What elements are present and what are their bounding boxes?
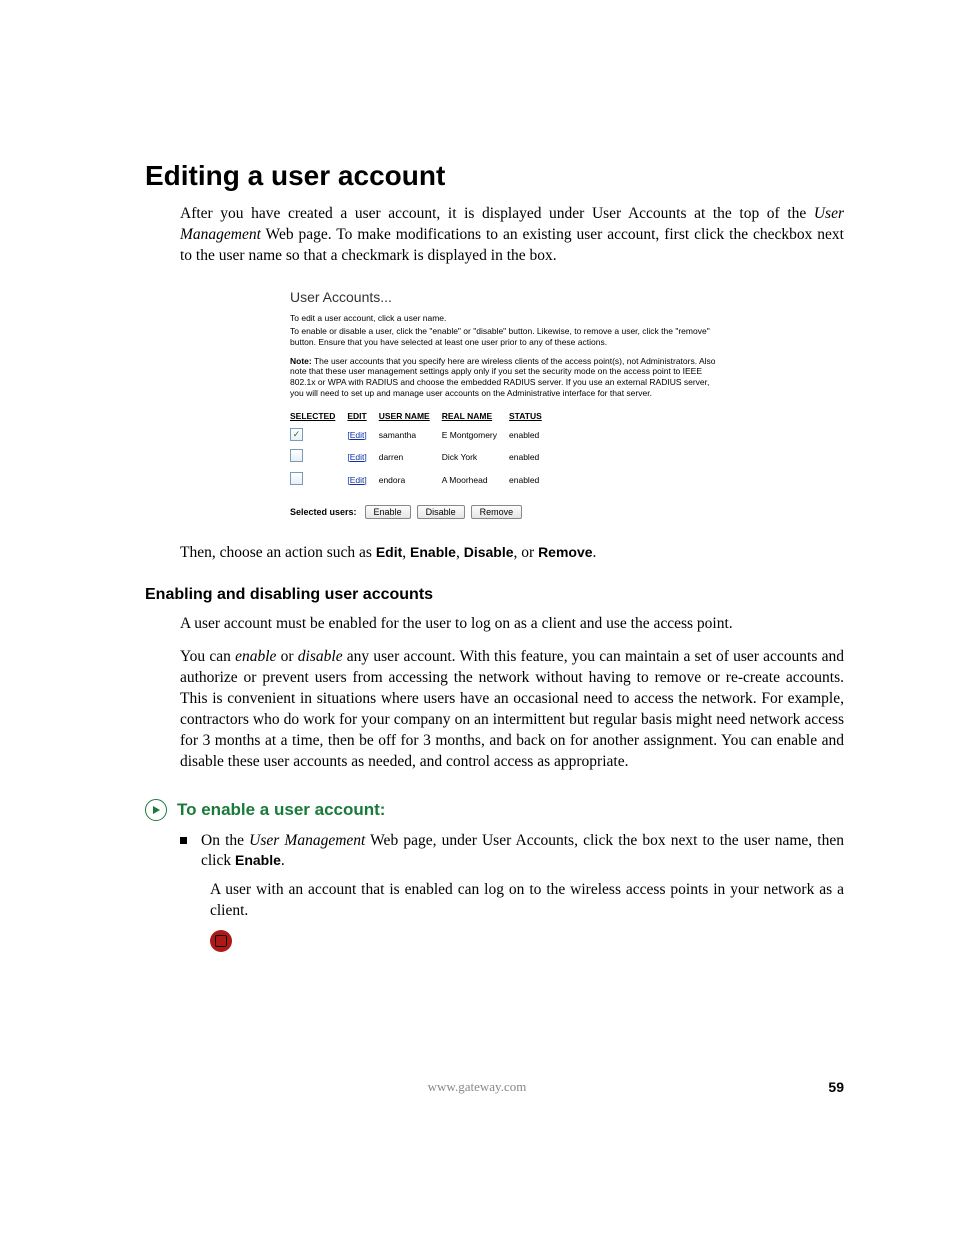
page-number: 59 xyxy=(828,1079,844,1095)
row-checkbox[interactable] xyxy=(290,472,303,485)
text: On the xyxy=(201,832,249,849)
cell-status: enabled xyxy=(509,424,554,445)
cell-status: enabled xyxy=(509,445,554,468)
edit-link[interactable]: [Edit] xyxy=(347,430,366,440)
bullet-sub-paragraph: A user with an account that is enabled c… xyxy=(210,880,844,922)
text-italic: disable xyxy=(298,648,343,665)
action-disable: Disable xyxy=(464,544,514,560)
users-table: SELECTED EDIT USER NAME REAL NAME STATUS… xyxy=(290,408,554,491)
note-label: Note: xyxy=(290,356,312,366)
cell-realname: A Moorhead xyxy=(442,468,509,491)
row-checkbox[interactable] xyxy=(290,449,303,462)
text: After you have created a user account, i… xyxy=(180,205,814,222)
text: Web page. To make modifications to an ex… xyxy=(180,226,844,264)
action-remove: Remove xyxy=(538,544,592,560)
enable-paragraph-2: You can enable or disable any user accou… xyxy=(180,647,844,773)
text: Then, choose an action such as xyxy=(180,544,376,561)
square-bullet-icon xyxy=(180,837,187,844)
intro-paragraph: After you have created a user account, i… xyxy=(180,204,844,267)
figure-title: User Accounts... xyxy=(290,289,720,305)
figure-instruction-1: To edit a user account, click a user nam… xyxy=(290,313,720,324)
procedure-title: To enable a user account: xyxy=(177,800,385,820)
col-username: USER NAME xyxy=(379,408,442,424)
footer-url: www.gateway.com xyxy=(0,1079,954,1095)
col-selected: SELECTED xyxy=(290,408,347,424)
action-enable: Enable xyxy=(410,544,456,560)
after-figure-paragraph: Then, choose an action such as Edit, Ena… xyxy=(180,543,844,564)
cell-realname: Dick York xyxy=(442,445,509,468)
edit-link[interactable]: [Edit] xyxy=(347,452,366,462)
selected-users-label: Selected users: xyxy=(290,507,357,517)
cell-username: darren xyxy=(379,445,442,468)
table-row: [Edit] darren Dick York enabled xyxy=(290,445,554,468)
page-heading: Editing a user account xyxy=(145,160,844,192)
bullet-item: On the User Management Web page, under U… xyxy=(180,831,844,873)
figure-note: Note: The user accounts that you specify… xyxy=(290,356,720,399)
text: or xyxy=(276,648,297,665)
procedure-heading-row: To enable a user account: xyxy=(145,799,844,821)
disable-button[interactable]: Disable xyxy=(417,505,465,519)
text: , xyxy=(456,544,464,561)
row-checkbox[interactable]: ✓ xyxy=(290,428,303,441)
col-realname: REAL NAME xyxy=(442,408,509,424)
figure-instruction-2: To enable or disable a user, click the "… xyxy=(290,326,720,347)
enable-paragraph-1: A user account must be enabled for the u… xyxy=(180,614,844,635)
action-edit: Edit xyxy=(376,544,402,560)
cell-realname: E Montgomery xyxy=(442,424,509,445)
stop-icon xyxy=(210,930,232,952)
text: You can xyxy=(180,648,235,665)
edit-link[interactable]: [Edit] xyxy=(347,475,366,485)
table-row: [Edit] endora A Moorhead enabled xyxy=(290,468,554,491)
subheading-enable-disable: Enabling and disabling user accounts xyxy=(145,586,844,604)
cell-username: samantha xyxy=(379,424,442,445)
text: . xyxy=(593,544,597,561)
col-edit: EDIT xyxy=(347,408,378,424)
text: . xyxy=(281,852,285,869)
bullet-text: On the User Management Web page, under U… xyxy=(201,831,844,873)
enable-button[interactable]: Enable xyxy=(365,505,411,519)
text: any user account. With this feature, you… xyxy=(180,648,844,770)
text: , or xyxy=(514,544,539,561)
text-italic: enable xyxy=(235,648,276,665)
stop-icon-inner xyxy=(215,935,227,947)
cell-status: enabled xyxy=(509,468,554,491)
cell-username: endora xyxy=(379,468,442,491)
text-italic: User Management xyxy=(249,832,365,849)
action-enable: Enable xyxy=(235,852,281,868)
play-icon xyxy=(145,799,167,821)
remove-button[interactable]: Remove xyxy=(471,505,523,519)
text: , xyxy=(402,544,410,561)
selected-users-row: Selected users: Enable Disable Remove xyxy=(290,505,720,519)
user-accounts-figure: User Accounts... To edit a user account,… xyxy=(290,289,720,519)
col-status: STATUS xyxy=(509,408,554,424)
table-row: ✓ [Edit] samantha E Montgomery enabled xyxy=(290,424,554,445)
table-header-row: SELECTED EDIT USER NAME REAL NAME STATUS xyxy=(290,408,554,424)
note-text: The user accounts that you specify here … xyxy=(290,356,716,398)
